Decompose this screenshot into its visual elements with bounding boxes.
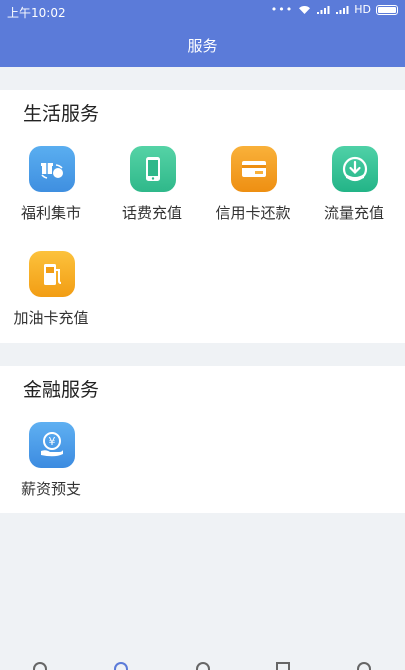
card-icon bbox=[231, 146, 277, 192]
service-label: 信用卡还款 bbox=[215, 204, 291, 222]
service-welfare-market[interactable]: 福利集市 bbox=[1, 146, 101, 236]
nav-icon-partial bbox=[276, 662, 290, 670]
service-label: 话费充值 bbox=[121, 204, 182, 222]
nav-icon-partial bbox=[114, 662, 128, 670]
status-icons: ••• HD bbox=[271, 3, 398, 16]
signal-icon bbox=[317, 5, 330, 14]
service-credit-card-repay[interactable]: 信用卡还款 bbox=[203, 146, 303, 236]
service-label: 薪资预支 bbox=[20, 480, 81, 498]
section-title: 生活服务 bbox=[23, 103, 100, 125]
finance-services-section: 金融服务 ¥ 薪资预支 bbox=[0, 366, 405, 513]
life-services-section: 生活服务 福利集市 话费充值 信用卡还款 流量充值 加油卡充值 bbox=[0, 90, 405, 343]
service-data-topup[interactable]: 流量充值 bbox=[304, 146, 404, 236]
service-label: 流量充值 bbox=[323, 204, 384, 222]
service-fuel-card-topup[interactable]: 加油卡充值 bbox=[1, 251, 101, 341]
wifi-icon bbox=[299, 5, 311, 14]
nav-icon-partial bbox=[357, 662, 371, 670]
service-label: 加油卡充值 bbox=[13, 309, 89, 327]
title-bar: 服务 bbox=[0, 24, 405, 67]
page-title: 服务 bbox=[187, 37, 218, 55]
fuel-pump-icon bbox=[29, 251, 75, 297]
nav-icon-partial bbox=[33, 662, 47, 670]
status-bar: 上午10:02 ••• HD bbox=[0, 0, 405, 24]
section-title: 金融服务 bbox=[23, 379, 100, 401]
signal-icon-2 bbox=[336, 5, 349, 14]
download-icon bbox=[332, 146, 378, 192]
yen-hand-icon: ¥ bbox=[29, 422, 75, 468]
bottom-nav-partial bbox=[0, 660, 405, 670]
service-phone-topup[interactable]: 话费充值 bbox=[102, 146, 202, 236]
more-dots-icon: ••• bbox=[270, 3, 294, 16]
service-label: 福利集市 bbox=[20, 204, 81, 222]
service-salary-advance[interactable]: ¥ 薪资预支 bbox=[1, 422, 101, 512]
phone-icon bbox=[130, 146, 176, 192]
battery-icon bbox=[376, 4, 398, 15]
status-time: 上午10:02 bbox=[7, 6, 66, 20]
svg-text:¥: ¥ bbox=[49, 435, 56, 448]
network-type: HD bbox=[354, 3, 371, 16]
gift-bag-icon bbox=[29, 146, 75, 192]
nav-icon-partial bbox=[196, 662, 210, 670]
